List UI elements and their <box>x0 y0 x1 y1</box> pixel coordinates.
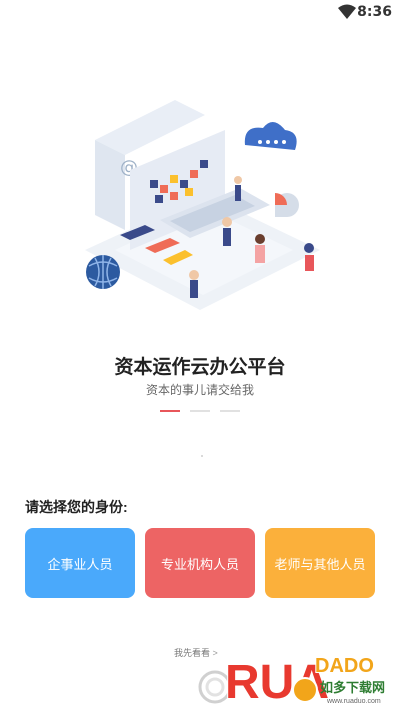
page-indicator-dot <box>190 410 210 412</box>
watermark-logo: RUA DADO 如多下载网 www.ruaduo.com <box>224 654 385 710</box>
page-indicator <box>160 410 240 414</box>
role-button-enterprise[interactable]: 企事业人员 <box>25 528 135 598</box>
role-button-teacher-other[interactable]: 老师与其他人员 <box>265 528 375 598</box>
role-button-label: 老师与其他人员 <box>274 556 366 572</box>
svg-text:www.ruaduo.com: www.ruaduo.com <box>326 698 381 705</box>
office-illustration: @ <box>85 100 320 310</box>
role-button-label: 专业机构人员 <box>160 556 239 572</box>
role-button-label: 企事业人员 <box>47 556 113 572</box>
status-time: 8:36 <box>357 4 392 20</box>
status-bar: 8:36 <box>0 0 400 24</box>
page-indicator-dot-active <box>160 410 180 412</box>
app-subtitle: 资本的事儿请交给我 <box>145 383 254 397</box>
decorative-dot <box>201 455 203 457</box>
page-indicator-dot <box>220 410 240 412</box>
app-title: 资本运作云办公平台 <box>114 357 286 378</box>
role-button-institution[interactable]: 专业机构人员 <box>145 528 255 598</box>
identity-prompt: 请选择您的身份: <box>25 499 128 515</box>
wifi-icon <box>338 4 356 19</box>
svg-text:如多下载网: 如多下载网 <box>320 680 385 696</box>
svg-text:DADO: DADO <box>315 655 374 677</box>
